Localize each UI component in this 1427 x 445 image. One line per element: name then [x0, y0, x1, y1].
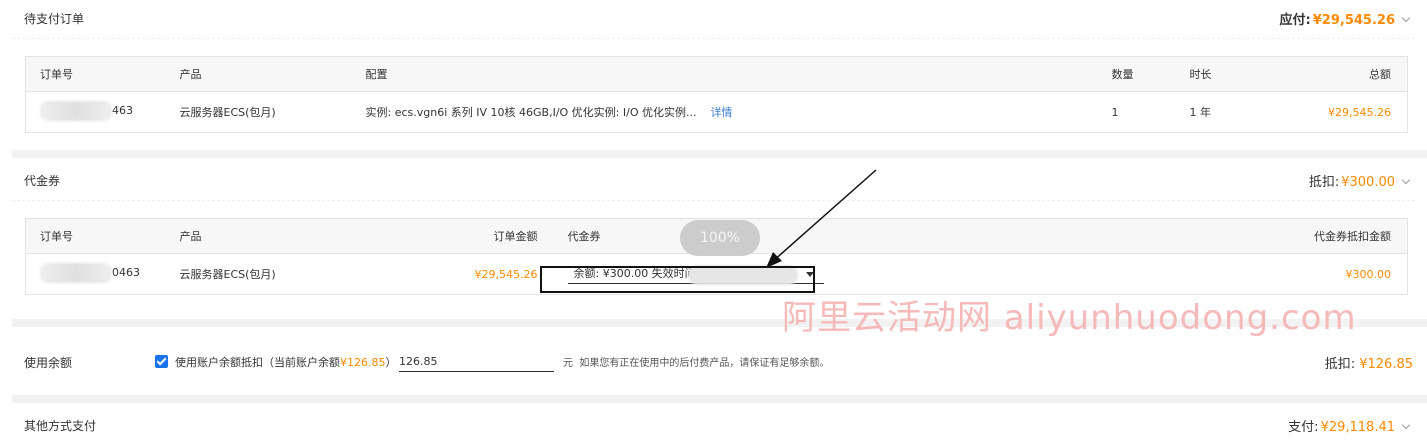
- pay-amount: ¥29,118.41: [1320, 420, 1395, 435]
- pending-orders-title: 待支付订单: [24, 12, 85, 26]
- balance-deduct-amount: ¥126.85: [1359, 357, 1413, 372]
- voucher-title: 代金券: [24, 174, 61, 188]
- pending-orders-header[interactable]: 待支付订单 应付: ¥29,545.26: [0, 0, 1427, 38]
- order-no-cell: 0463: [26, 254, 166, 295]
- section-gap: [12, 395, 1427, 403]
- chevron-down-icon[interactable]: [1401, 420, 1411, 430]
- watermark-text: 阿里云活动网 aliyunhuodong.com: [782, 298, 1357, 338]
- total-cell: ¥29,545.26: [1328, 105, 1391, 119]
- zoom-badge: 100%: [680, 220, 760, 256]
- table-row: 463 云服务器ECS(包月) 实例: ecs.vgn6i 系列 IV 10核 …: [26, 92, 1408, 133]
- divider: [12, 200, 1415, 201]
- use-balance-label: 使用账户余额抵扣（当前账户余额¥126.85）: [175, 354, 397, 370]
- balance-deduct-label: 抵扣:: [1324, 357, 1356, 372]
- other-payment-title: 其他方式支付: [24, 419, 97, 433]
- balance-current-amount: ¥126.85: [340, 356, 386, 369]
- balance-deduct-summary: 抵扣: ¥126.85: [1325, 353, 1413, 372]
- order-no-cell: 463: [26, 92, 166, 133]
- duration-cell: 1 年: [1189, 106, 1212, 119]
- divider: [12, 38, 1415, 39]
- chevron-down-icon[interactable]: [1401, 13, 1411, 23]
- order-no-suffix: 0463: [112, 266, 140, 279]
- redacted-block: [40, 100, 112, 121]
- col-total: 总额: [1311, 56, 1408, 92]
- voucher-deduct-amount: ¥300.00: [1341, 175, 1395, 190]
- use-balance-checkbox[interactable]: [155, 355, 168, 368]
- voucher-deduct-summary: 抵扣: ¥300.00: [1308, 171, 1411, 190]
- payable-summary: 应付: ¥29,545.26: [1279, 9, 1411, 28]
- col-product: 产品: [165, 56, 352, 92]
- chevron-down-icon[interactable]: [1401, 175, 1411, 185]
- quantity-cell: 1: [1111, 105, 1119, 119]
- balance-hint-text: 如果您有正在使用中的后付费产品，请保证有足够余额。: [579, 358, 830, 369]
- balance-hint: 元 如果您有正在使用中的后付费产品，请保证有足够余额。: [563, 354, 829, 369]
- detail-link[interactable]: 详情: [710, 106, 732, 119]
- pay-label: 支付:: [1288, 420, 1319, 435]
- col-voucher-deduct: 代金券抵扣金额: [853, 218, 1408, 254]
- order-amount-cell: ¥29,545.26: [474, 267, 538, 281]
- col-config: 配置: [351, 56, 1098, 92]
- col-order-amount: 订单金额: [351, 218, 554, 254]
- product-cell: 云服务器ECS(包月): [179, 106, 276, 119]
- payable-label: 应付:: [1279, 13, 1311, 28]
- table-header-row: 订单号 产品 配置 数量 时长 总额: [25, 56, 1408, 92]
- voucher-deduct-cell: ¥300.00: [1345, 267, 1392, 281]
- pay-summary: 支付: ¥29,118.41: [1288, 416, 1411, 435]
- col-order-no: 订单号: [25, 218, 166, 254]
- voucher-deduct-label: 抵扣:: [1308, 175, 1340, 190]
- balance-unit: 元: [563, 358, 573, 369]
- product-cell: 云服务器ECS(包月): [179, 268, 276, 281]
- annotation-highlight-box: [540, 266, 815, 293]
- voucher-header[interactable]: 代金券 抵扣: ¥300.00: [0, 162, 1427, 200]
- config-cell: 实例: ecs.vgn6i 系列 IV 10核 46GB,I/O 优化实例: I…: [352, 92, 1098, 133]
- section-gap: [12, 150, 1427, 158]
- other-payment-header[interactable]: 其他方式支付 支付: ¥29,118.41: [0, 407, 1427, 445]
- col-order-no: 订单号: [25, 56, 166, 92]
- config-text: 实例: ecs.vgn6i 系列 IV 10核 46GB,I/O 优化实例: I…: [365, 106, 697, 119]
- balance-label-prefix: 使用账户余额抵扣（当前账户余额: [175, 356, 340, 369]
- col-product: 产品: [165, 218, 352, 254]
- col-quantity: 数量: [1097, 56, 1176, 92]
- order-no-suffix: 463: [112, 104, 133, 117]
- redacted-block: [40, 262, 112, 283]
- col-duration: 时长: [1175, 56, 1312, 92]
- payable-amount: ¥29,545.26: [1312, 13, 1395, 28]
- balance-title: 使用余额: [24, 356, 73, 370]
- balance-label-suffix: ）: [385, 356, 397, 369]
- balance-row: 使用余额 使用账户余额抵扣（当前账户余额¥126.85） 元 如果您有正在使用中…: [0, 343, 1427, 381]
- balance-amount-input[interactable]: [399, 352, 554, 372]
- pending-orders-table: 订单号 产品 配置 数量 时长 总额 463 云服务器ECS(包月) 实例: e…: [25, 56, 1408, 133]
